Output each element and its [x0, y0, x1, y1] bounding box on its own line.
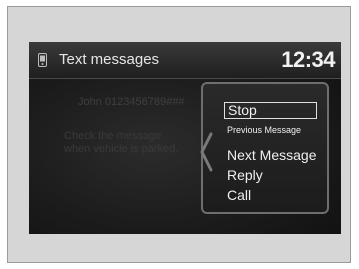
menu-item-stop[interactable]: Stop: [224, 102, 317, 119]
screen-title: Text messages: [59, 51, 160, 68]
menu-item-next-message[interactable]: Next Message: [227, 147, 316, 163]
message-sender: John 0123456789###: [78, 96, 185, 108]
options-menu: Stop Previous Message Next Message Reply…: [201, 82, 329, 214]
menu-item-call[interactable]: Call: [227, 187, 251, 203]
menu-item-previous-message[interactable]: Previous Message: [227, 125, 301, 135]
chevron-left-icon[interactable]: [199, 132, 213, 172]
menu-item-reply[interactable]: Reply: [227, 167, 263, 183]
phone-icon: [38, 53, 47, 67]
clock: 12:34: [281, 47, 335, 72]
screen-header: Text messages 12:34: [29, 42, 341, 79]
infotainment-screen: Text messages 12:34 John 0123456789### C…: [29, 42, 341, 234]
